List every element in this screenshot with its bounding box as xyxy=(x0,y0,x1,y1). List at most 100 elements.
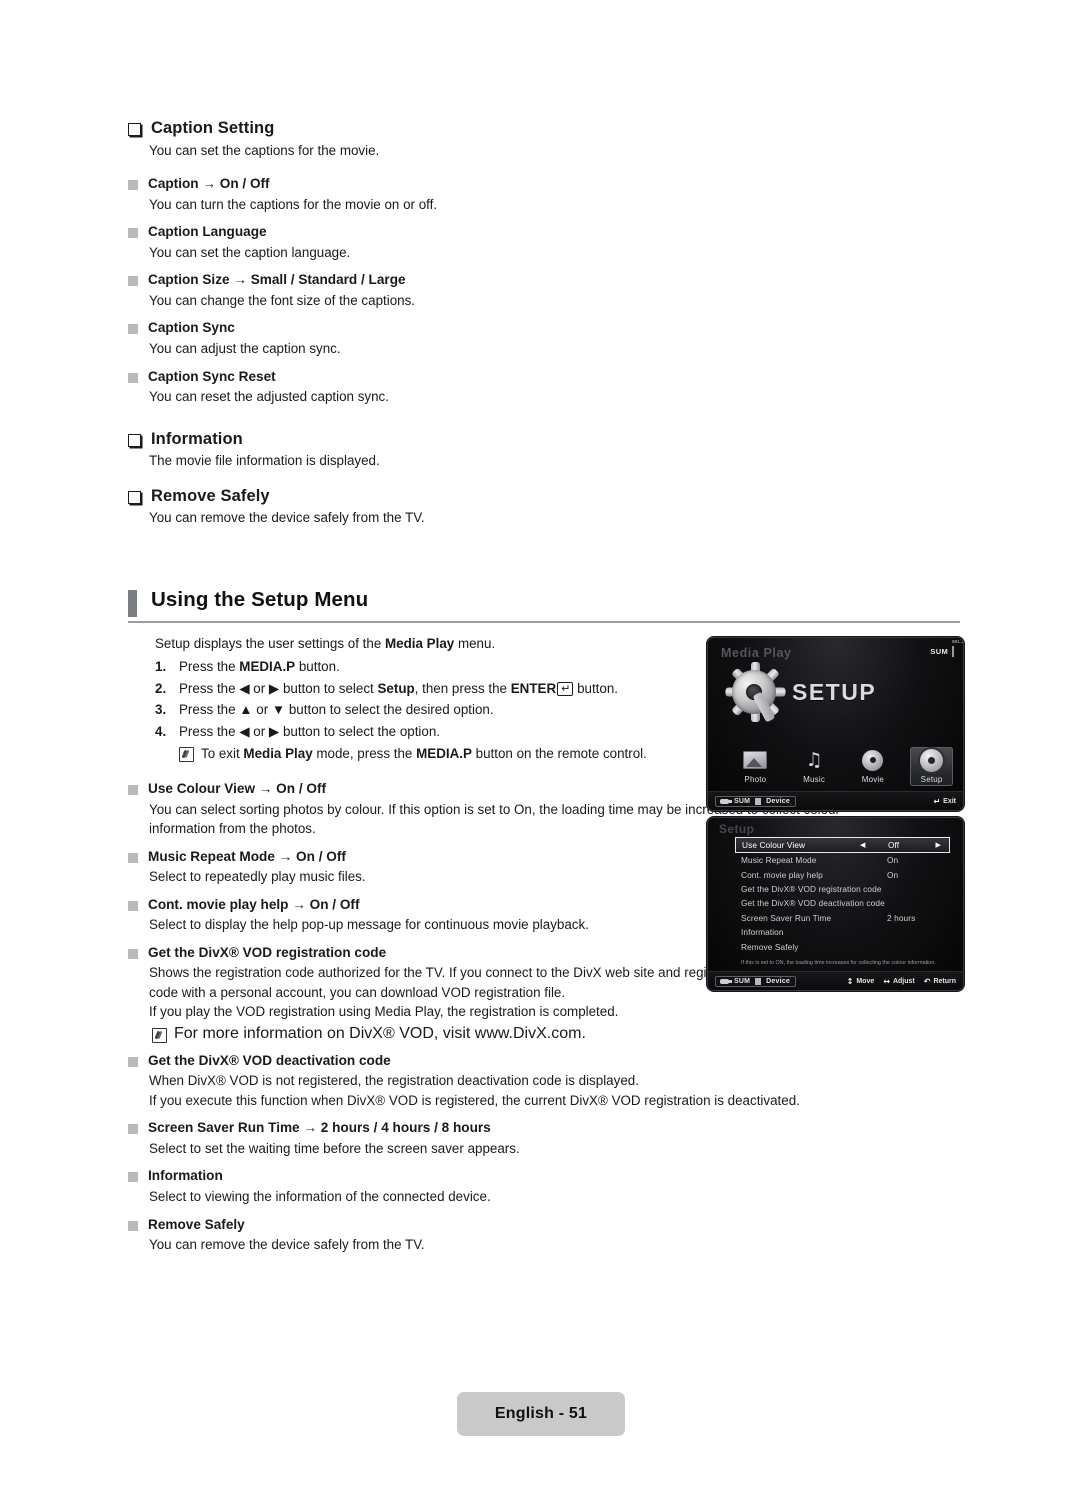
caption-setting-description: You can set the captions for the movie. xyxy=(149,142,380,158)
intro-bold: Media Play xyxy=(385,636,455,651)
left-right-arrow-icon: ↔ xyxy=(883,976,890,986)
step-1-text: Press the MEDIA.P button. xyxy=(179,659,340,675)
photo-icon xyxy=(734,747,777,773)
caption-item-3-row: Caption Sync xyxy=(128,319,968,337)
setup-option-0-title: Use Colour View → On / Off xyxy=(148,781,326,796)
source-pill[interactable]: SUM Device xyxy=(715,975,796,987)
setup-hero-label: SETUP xyxy=(792,678,877,705)
caption-item-1-title: Caption Language xyxy=(148,224,267,240)
caption-item-3: Caption Sync You can adjust the caption … xyxy=(128,319,968,358)
step-4-number: 4. xyxy=(155,723,167,739)
setup-option-7-desc: You can remove the device safely from th… xyxy=(149,1237,425,1253)
section-title: Using the Setup Menu xyxy=(151,588,369,611)
step-4-text: Press the ◀ or ▶ button to select the op… xyxy=(179,723,441,739)
setup-option-7: Remove Safely You can remove the device … xyxy=(128,1216,848,1255)
setup-option-5-desc: Select to set the waiting time before th… xyxy=(149,1140,520,1156)
setup-step-4: 4. Press the ◀ or ▶ button to select the… xyxy=(155,722,700,741)
setup-option-7-row: Remove Safely xyxy=(128,1216,848,1234)
setup-option-6-row: Information xyxy=(128,1167,848,1185)
setup-row-2-value: On xyxy=(887,869,899,880)
source-pill[interactable]: SUM Device xyxy=(715,795,796,807)
tab-movie[interactable]: Movie xyxy=(852,747,895,786)
setup-exit-note: To exit Media Play mode, press the MEDIA… xyxy=(179,744,700,763)
device-icon xyxy=(755,977,762,985)
hint-return[interactable]: ↶ Return xyxy=(924,977,956,986)
hollow-square-bullet-icon xyxy=(128,490,141,504)
manual-page: Caption Setting You can set the captions… xyxy=(0,0,1080,1488)
setup-steps-block: Setup displays the user settings of the … xyxy=(155,634,700,764)
setup-hero: SETUP xyxy=(725,662,877,723)
tab-setup[interactable]: Setup xyxy=(910,747,953,786)
media-play-tab-strip: Photo ♫ Music Movie Setup xyxy=(734,747,953,786)
caption-item-2-title: Caption Size → Small / Standard / Large xyxy=(148,272,406,288)
page-footer: English - 51 xyxy=(457,1392,625,1436)
step-3-number: 3. xyxy=(155,702,167,718)
step-1-number: 1. xyxy=(155,659,167,675)
enter-key-glyph-icon: ↵ xyxy=(557,681,574,696)
setup-row-divx-deactivation-code[interactable]: Get the DivX® VOD deactivation code xyxy=(735,896,950,910)
usb-icon xyxy=(720,978,732,984)
caption-item-2: Caption Size → Small / Standard / Large … xyxy=(128,271,968,310)
remove-safely-description: You can remove the device safely from th… xyxy=(149,510,425,526)
solid-square-bullet-icon xyxy=(128,324,138,335)
solid-square-bullet-icon xyxy=(128,1124,138,1135)
setup-row-0-name: Use Colour View xyxy=(742,840,806,850)
setup-row-music-repeat-mode[interactable]: Music Repeat Mode On xyxy=(735,853,950,867)
setup-row-6-name: Information xyxy=(741,927,784,938)
hint-move[interactable]: ↕ Move xyxy=(847,977,875,986)
setup-row-4-name: Get the DivX® VOD deactivation code xyxy=(741,898,885,909)
caption-item-0-row: Caption → On / Off xyxy=(128,175,968,193)
setup-option-6-title: Information xyxy=(148,1168,223,1184)
hint-exit-label: Exit xyxy=(943,797,956,805)
setup-option-1-title: Music Repeat Mode → On / Off xyxy=(148,848,346,864)
information-description: The movie file information is displayed. xyxy=(149,453,380,469)
caption-setting-heading: Caption Setting xyxy=(151,119,275,137)
tab-photo[interactable]: Photo xyxy=(734,747,777,786)
hint-adjust-label: Adjust xyxy=(892,977,915,985)
setup-row-information[interactable]: Information xyxy=(735,925,950,939)
setup-option-6-desc: Select to viewing the information of the… xyxy=(149,1189,491,1205)
setup-help-text: If this is set to ON, the loading time i… xyxy=(741,960,936,966)
caption-item-1-row: Caption Language xyxy=(128,223,968,241)
hint-adjust[interactable]: ↔ Adjust xyxy=(883,977,914,986)
setup-row-5-value: 2 hours xyxy=(887,912,916,923)
information-heading-row: Information xyxy=(128,429,968,450)
setup-row-0-value: Off xyxy=(888,840,900,850)
setup-step-2: 2. Press the ◀ or ▶ button to select Set… xyxy=(155,679,700,698)
setup-option-4-desc-2: If you execute this function when DivX® … xyxy=(149,1092,800,1108)
tab-setup-label: Setup xyxy=(920,775,943,784)
intro-suffix: menu. xyxy=(454,636,496,651)
tv-setup-bottom-bar: SUM Device ↕ Move ↔ Adjust ↶ Return xyxy=(708,971,963,990)
setup-row-divx-registration-code[interactable]: Get the DivX® VOD registration code xyxy=(735,882,950,896)
right-arrow-icon[interactable]: ▶ xyxy=(936,841,941,849)
tab-music[interactable]: ♫ Music xyxy=(793,747,836,786)
tv-main-bottom-bar: SUM Device ↵ Exit xyxy=(708,791,963,810)
setup-option-2-title: Cont. movie play help → On / Off xyxy=(148,896,360,912)
step-2-text: Press the ◀ or ▶ button to select Setup,… xyxy=(179,680,619,696)
remove-safely-heading: Remove Safely xyxy=(151,486,270,505)
setup-option-5-title: Screen Saver Run Time → 2 hours / 4 hour… xyxy=(148,1120,491,1136)
tv-setup-hints: ↕ Move ↔ Adjust ↶ Return xyxy=(847,977,956,986)
setup-row-3-name: Get the DivX® VOD registration code xyxy=(741,883,882,894)
setup-row-use-colour-view[interactable]: Use Colour View ◀ Off ▶ xyxy=(735,837,950,853)
page-number-label: English - 51 xyxy=(494,1405,588,1422)
step-2-number: 2. xyxy=(155,680,167,696)
setup-row-remove-safely[interactable]: Remove Safely xyxy=(735,939,950,953)
heading-rule xyxy=(128,621,960,623)
setup-row-5-name: Screen Saver Run Time xyxy=(741,912,832,923)
setup-step-1: 1. Press the MEDIA.P button. xyxy=(155,657,700,676)
caption-item-1-desc: You can set the caption language. xyxy=(149,244,351,260)
storage-meter: SUM 981.28MB/989.00MB Free xyxy=(930,639,963,657)
left-arrow-icon[interactable]: ◀ xyxy=(860,841,865,849)
solid-square-bullet-icon xyxy=(128,948,138,959)
information-heading: Information xyxy=(151,429,243,448)
return-arrow-icon: ↶ xyxy=(923,976,931,986)
setup-row-cont-movie-play-help[interactable]: Cont. movie play help On xyxy=(735,867,950,881)
large-gear-icon xyxy=(725,662,785,723)
hint-exit[interactable]: ↵ Exit xyxy=(933,797,956,806)
setup-option-3-note-text: For more information on DivX® VOD, visit… xyxy=(174,1024,586,1042)
step-3-text: Press the ▲ or ▼ button to select the de… xyxy=(179,702,494,718)
setup-row-screen-saver-run-time[interactable]: Screen Saver Run Time 2 hours xyxy=(735,911,950,925)
solid-square-bullet-icon xyxy=(128,1220,138,1231)
caption-setting-section: Caption Setting You can set the captions… xyxy=(128,118,968,160)
